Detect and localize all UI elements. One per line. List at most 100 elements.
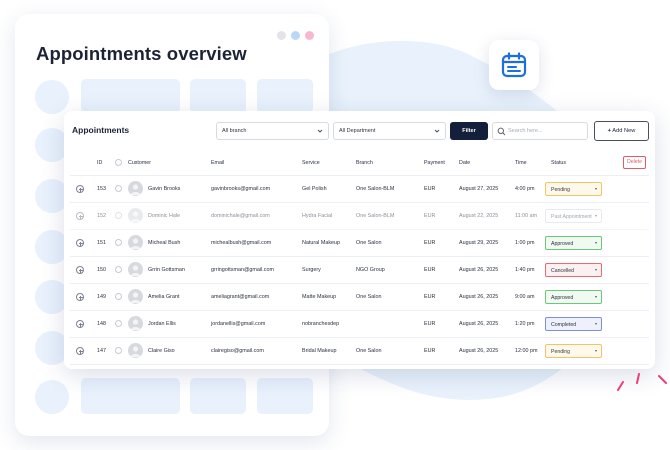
table-row[interactable]: 153 Gavin Brooks gavinbrooks@gmail.com Gel … xyxy=(64,176,655,203)
placeholder-block xyxy=(190,378,246,414)
window-dots xyxy=(277,31,314,40)
chevron-down-icon xyxy=(595,215,597,217)
placeholder-block xyxy=(81,378,180,414)
expand-row-icon[interactable] xyxy=(76,320,84,328)
cell-branch: One Salon-BLM xyxy=(356,186,395,192)
avatar xyxy=(128,289,143,304)
status-dropdown[interactable]: Approved xyxy=(545,290,602,304)
placeholder-block xyxy=(190,79,246,113)
cell-customer[interactable]: Claire Giso xyxy=(148,348,175,354)
cell-date: August 26, 2025 xyxy=(459,321,499,327)
user-avatar-icon xyxy=(130,292,141,303)
sparkle-accent xyxy=(617,373,667,391)
cell-branch: One Salon xyxy=(356,240,382,246)
cell-payment: EUR xyxy=(424,213,436,219)
cell-date: August 22, 2025 xyxy=(459,213,499,219)
status-dropdown[interactable]: Past Appointment xyxy=(545,209,602,223)
cell-payment: EUR xyxy=(424,240,436,246)
column-header-time: Time xyxy=(515,160,527,166)
branch-select[interactable]: All branch xyxy=(216,122,329,140)
status-dropdown[interactable]: Pending xyxy=(545,344,602,358)
expand-row-icon[interactable] xyxy=(76,212,84,220)
cell-email: jordanellis@gmail.com xyxy=(211,321,266,327)
chevron-down-icon xyxy=(595,296,597,298)
cell-branch: One Salon-BLM xyxy=(356,213,395,219)
cell-date: August 26, 2025 xyxy=(459,267,499,273)
table-row[interactable]: 150 Grrin Gottsman grringottsman@gmail.com… xyxy=(64,257,655,284)
status-label: Pending xyxy=(551,186,571,193)
add-new-label: Add New xyxy=(612,128,636,134)
status-label: Pending xyxy=(551,348,571,355)
filter-button[interactable]: Filter xyxy=(450,122,488,140)
row-checkbox[interactable] xyxy=(115,266,122,273)
avatar xyxy=(128,208,143,223)
cell-time: 12:00 pm xyxy=(515,348,538,354)
search-input[interactable]: Search here... xyxy=(492,122,588,140)
gray-dot xyxy=(277,31,286,40)
appointments-panel: Appointments All branch All Department F… xyxy=(64,111,655,369)
cell-customer[interactable]: Grrin Gottsman xyxy=(148,267,185,273)
status-dropdown[interactable]: Completed xyxy=(545,317,602,331)
add-new-button[interactable]: + Add New xyxy=(594,121,649,141)
column-header-customer: Customer xyxy=(128,160,151,166)
user-avatar-icon xyxy=(130,265,141,276)
calendar-icon xyxy=(501,52,527,78)
table-row[interactable]: 152 Dominic Hale dominichale@gmail.com Hydr… xyxy=(64,203,655,230)
cell-customer[interactable]: Micheal Bush xyxy=(148,240,180,246)
expand-row-icon[interactable] xyxy=(76,347,84,355)
row-divider xyxy=(70,364,649,365)
cell-date: August 26, 2025 xyxy=(459,294,499,300)
chevron-down-icon xyxy=(595,269,597,271)
table-row[interactable]: 149 Amelia Grant ameliagrant@gmail.com Matt… xyxy=(64,284,655,311)
cell-customer[interactable]: Jordan Ellis xyxy=(148,321,176,327)
chevron-down-icon xyxy=(595,323,597,325)
avatar xyxy=(128,262,143,277)
cell-customer[interactable]: Dominic Hale xyxy=(148,213,180,219)
chevron-down-icon xyxy=(595,350,597,352)
table-row[interactable]: 147 Claire Giso clairegiso@gmail.com Bridal… xyxy=(64,338,655,365)
avatar xyxy=(128,181,143,196)
cell-customer[interactable]: Gavin Brooks xyxy=(148,186,180,192)
status-dropdown[interactable]: Pending xyxy=(545,182,602,196)
expand-row-icon[interactable] xyxy=(76,266,84,274)
row-checkbox[interactable] xyxy=(115,320,122,327)
row-checkbox[interactable] xyxy=(115,293,122,300)
row-checkbox[interactable] xyxy=(115,347,122,354)
plus-icon: + xyxy=(607,128,611,134)
calendar-tile xyxy=(489,40,539,90)
status-dropdown[interactable]: Cancelled xyxy=(545,263,602,277)
select-all-checkbox[interactable] xyxy=(115,159,122,166)
row-checkbox[interactable] xyxy=(115,185,122,192)
cell-service: Natural Makeup xyxy=(302,240,341,246)
table-row[interactable]: 148 Jordan Ellis jordanellis@gmail.com nobr… xyxy=(64,311,655,338)
chevron-down-icon xyxy=(595,188,597,190)
avatar xyxy=(128,343,143,358)
department-select[interactable]: All Department xyxy=(333,122,446,140)
cell-id: 150 xyxy=(97,267,106,273)
row-checkbox[interactable] xyxy=(115,239,122,246)
cell-time: 1:00 pm xyxy=(515,240,535,246)
cell-service: Gel Polish xyxy=(302,186,327,192)
chevron-down-icon xyxy=(595,242,597,244)
cell-time: 9:00 am xyxy=(515,294,535,300)
cell-customer[interactable]: Amelia Grant xyxy=(148,294,179,300)
expand-row-icon[interactable] xyxy=(76,293,84,301)
chevron-down-icon xyxy=(434,129,440,133)
status-label: Cancelled xyxy=(551,267,575,274)
cell-time: 1:40 pm xyxy=(515,267,535,273)
cell-payment: EUR xyxy=(424,294,436,300)
cell-id: 148 xyxy=(97,321,106,327)
column-header-email: Email xyxy=(211,160,225,166)
cell-id: 147 xyxy=(97,348,106,354)
cell-payment: EUR xyxy=(424,186,436,192)
status-dropdown[interactable]: Approved xyxy=(545,236,602,250)
table-row[interactable]: 151 Micheal Bush michealbush@gmail.com Natu… xyxy=(64,230,655,257)
delete-button[interactable]: Delete xyxy=(623,156,646,169)
expand-row-icon[interactable] xyxy=(76,185,84,193)
search-placeholder: Search here... xyxy=(508,128,543,134)
row-checkbox[interactable] xyxy=(115,212,122,219)
cell-time: 4:00 pm xyxy=(515,186,535,192)
cell-service: Matte Makeup xyxy=(302,294,337,300)
chevron-down-icon xyxy=(317,129,323,133)
expand-row-icon[interactable] xyxy=(76,239,84,247)
